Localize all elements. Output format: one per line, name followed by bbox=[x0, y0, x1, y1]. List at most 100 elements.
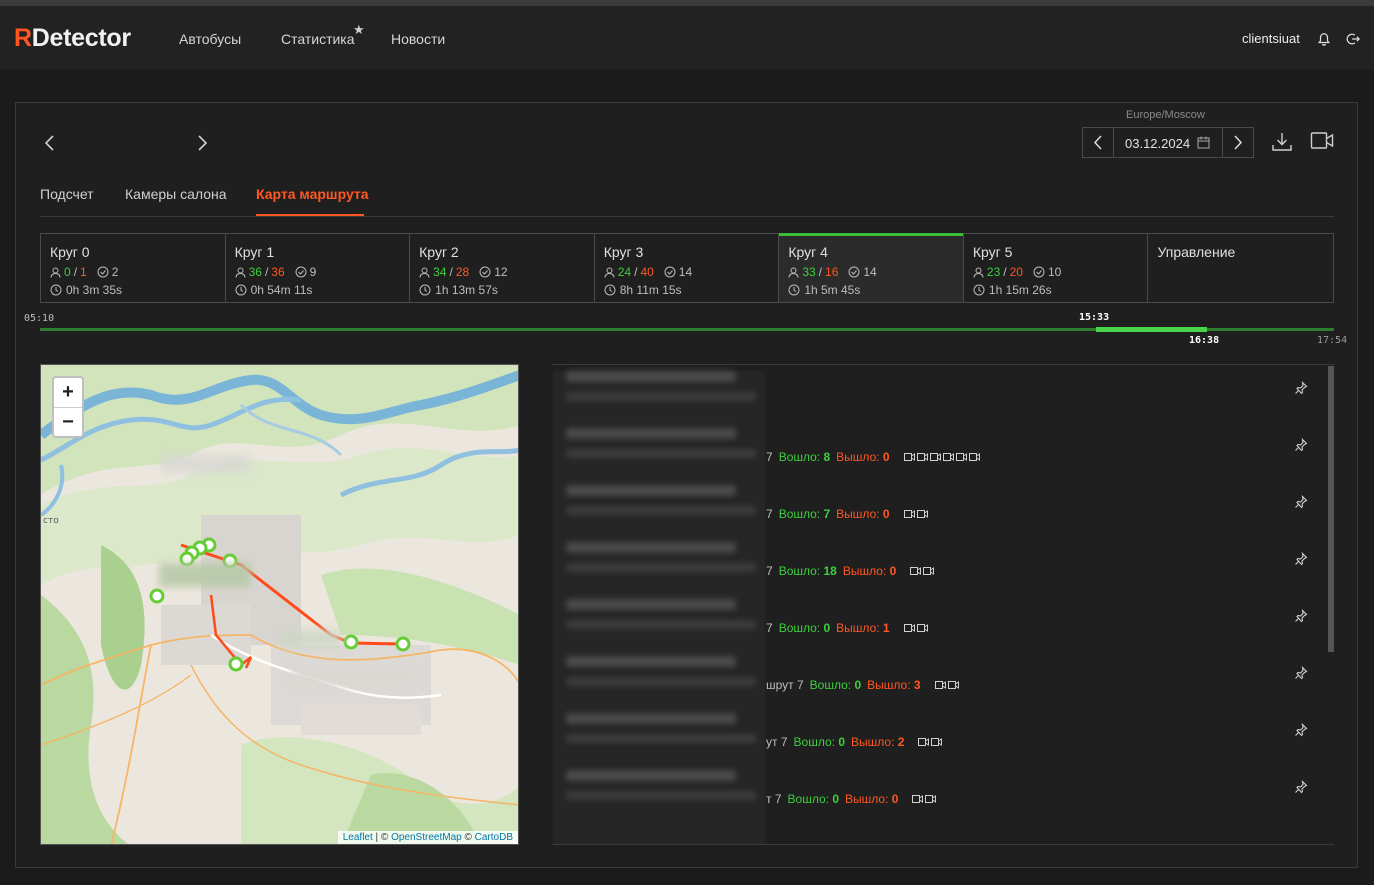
round-out: 1 bbox=[80, 265, 87, 279]
stop-row[interactable]: 7 Вошло: 7 Вышло: 0 bbox=[552, 473, 1334, 530]
stop-row[interactable]: 7 Вошло: 0 Вышло: 1 bbox=[552, 587, 1334, 644]
round-card-5[interactable]: Круг 5 23/20 10 1h 15m 26s bbox=[964, 234, 1149, 302]
map-attribution: Leaflet | © OpenStreetMap © CartoDB bbox=[337, 831, 518, 844]
camera-icon[interactable] bbox=[947, 681, 959, 689]
stop-out-count: 0 bbox=[882, 450, 890, 464]
tab-cabin-cameras[interactable]: Камеры салона bbox=[125, 186, 227, 202]
camera-icon[interactable] bbox=[955, 453, 967, 461]
nav-buses[interactable]: Автобусы bbox=[179, 31, 241, 47]
camera-icon[interactable] bbox=[931, 738, 943, 746]
video-camera-icon[interactable] bbox=[1310, 131, 1335, 151]
round-card-1[interactable]: Круг 1 36/36 9 0h 54m 11s bbox=[226, 234, 411, 302]
prev-date-button[interactable] bbox=[1083, 128, 1114, 157]
round-duration: 1h 13m 57s bbox=[419, 283, 498, 297]
camera-icon[interactable] bbox=[929, 453, 941, 461]
stop-route-redacted bbox=[566, 392, 756, 401]
stop-row[interactable]: ут 7 Вошло: 0 Вышло: 2 bbox=[552, 701, 1334, 758]
stop-list-scrollbar[interactable] bbox=[1328, 366, 1334, 652]
stop-route-redacted bbox=[566, 677, 756, 686]
round-out: 20 bbox=[1009, 265, 1023, 279]
nav-stats[interactable]: Статистика bbox=[281, 31, 355, 47]
pin-icon[interactable] bbox=[1294, 438, 1308, 452]
download-icon[interactable] bbox=[1271, 132, 1293, 152]
stop-row[interactable]: 7 Вошло: 8 Вышло: 0 bbox=[552, 416, 1334, 473]
round-card-3[interactable]: Круг 3 24/40 14 8h 11m 15s bbox=[595, 234, 780, 302]
timeline-selection[interactable] bbox=[1095, 327, 1208, 332]
logout-icon[interactable] bbox=[1346, 32, 1360, 46]
round-out: 28 bbox=[455, 265, 470, 279]
stop-row[interactable]: шрут 7 Вошло: 0 Вышло: 3 bbox=[552, 644, 1334, 701]
camera-icon[interactable] bbox=[912, 795, 924, 803]
username[interactable]: clientsiuat bbox=[1242, 31, 1300, 46]
stop-route-suffix: 7 bbox=[766, 564, 773, 578]
tab-route-map[interactable]: Карта маршрута bbox=[256, 186, 369, 202]
camera-icon[interactable] bbox=[934, 681, 946, 689]
zoom-out-button[interactable]: − bbox=[54, 408, 82, 437]
round-out: 40 bbox=[640, 265, 654, 279]
prev-bus-arrow-icon[interactable] bbox=[41, 134, 59, 152]
route-map[interactable]: сто + − Leaflet | © OpenStreetMap © Cart… bbox=[40, 364, 519, 845]
pin-icon[interactable] bbox=[1294, 723, 1308, 737]
pin-icon[interactable] bbox=[1294, 609, 1308, 623]
clock-icon bbox=[604, 284, 616, 296]
stop-cameras bbox=[903, 453, 980, 461]
check-circle-icon bbox=[848, 266, 860, 278]
logo[interactable]: RDetector bbox=[14, 24, 131, 53]
bell-icon[interactable] bbox=[1317, 32, 1331, 46]
pin-icon[interactable] bbox=[1294, 780, 1308, 794]
passenger-icon bbox=[788, 267, 799, 278]
pin-icon[interactable] bbox=[1294, 552, 1308, 566]
round-duration: 1h 5m 45s bbox=[788, 283, 860, 297]
leaflet-link[interactable]: Leaflet bbox=[343, 832, 373, 843]
camera-icon[interactable] bbox=[910, 567, 922, 575]
nav-news[interactable]: Новости bbox=[391, 31, 445, 47]
calendar-icon[interactable] bbox=[1197, 136, 1210, 149]
stop-out-count: 0 bbox=[882, 507, 890, 521]
check-circle-icon bbox=[664, 266, 676, 278]
carto-link[interactable]: CartoDB bbox=[475, 832, 513, 843]
round-out: 36 bbox=[271, 265, 285, 279]
camera-icon[interactable] bbox=[916, 453, 928, 461]
camera-icon[interactable] bbox=[925, 795, 937, 803]
stop-row[interactable]: 7 Вошло: 18 Вышло: 0 bbox=[552, 530, 1334, 587]
camera-icon[interactable] bbox=[942, 453, 954, 461]
date-value[interactable]: 03.12.2024 bbox=[1125, 136, 1190, 151]
pin-icon[interactable] bbox=[1294, 666, 1308, 680]
next-bus-arrow-icon[interactable] bbox=[193, 134, 211, 152]
camera-icon[interactable] bbox=[923, 567, 935, 575]
check-circle-icon bbox=[295, 266, 307, 278]
pin-icon[interactable] bbox=[1294, 381, 1308, 395]
camera-icon[interactable] bbox=[916, 624, 928, 632]
map-tiles[interactable]: сто bbox=[41, 365, 519, 845]
round-time: 1h 5m 45s bbox=[804, 283, 861, 297]
camera-icon[interactable] bbox=[916, 510, 928, 518]
active-tab-underline bbox=[256, 214, 364, 216]
star-icon: ★ bbox=[353, 22, 365, 37]
round-card-0[interactable]: Круг 0 0/1 2 0h 3m 35s bbox=[41, 234, 226, 302]
round-name: Круг 5 bbox=[972, 244, 1013, 260]
stop-route-redacted bbox=[566, 506, 756, 515]
camera-icon[interactable] bbox=[918, 738, 930, 746]
zoom-in-button[interactable]: + bbox=[54, 378, 82, 408]
stop-name-redacted bbox=[566, 599, 736, 610]
next-date-button[interactable] bbox=[1222, 128, 1253, 157]
camera-icon[interactable] bbox=[903, 510, 915, 518]
manage-card[interactable]: Управление bbox=[1148, 234, 1333, 302]
tab-divider bbox=[40, 216, 1334, 217]
camera-icon[interactable] bbox=[968, 453, 980, 461]
round-card-2[interactable]: Круг 2 34/28 12 1h 13m 57s bbox=[410, 234, 595, 302]
pin-icon[interactable] bbox=[1294, 495, 1308, 509]
tab-count[interactable]: Подсчет bbox=[40, 186, 94, 202]
camera-icon[interactable] bbox=[903, 624, 915, 632]
round-in: 33 bbox=[802, 265, 816, 279]
stop-out-count: 0 bbox=[891, 792, 899, 806]
round-card-4[interactable]: Круг 4 33/16 14 1h 5m 45s bbox=[779, 233, 964, 302]
stop-row[interactable]: т 7 Вошло: 0 Вышло: 0 bbox=[552, 758, 1334, 815]
round-stops: 10 bbox=[1047, 265, 1062, 279]
osm-link[interactable]: OpenStreetMap bbox=[391, 832, 462, 843]
round-name: Круг 2 bbox=[419, 244, 459, 260]
stop-in-count: 8 bbox=[823, 450, 831, 464]
camera-icon[interactable] bbox=[903, 453, 915, 461]
stop-row[interactable] bbox=[552, 365, 1334, 416]
stop-name-redacted bbox=[566, 371, 736, 382]
